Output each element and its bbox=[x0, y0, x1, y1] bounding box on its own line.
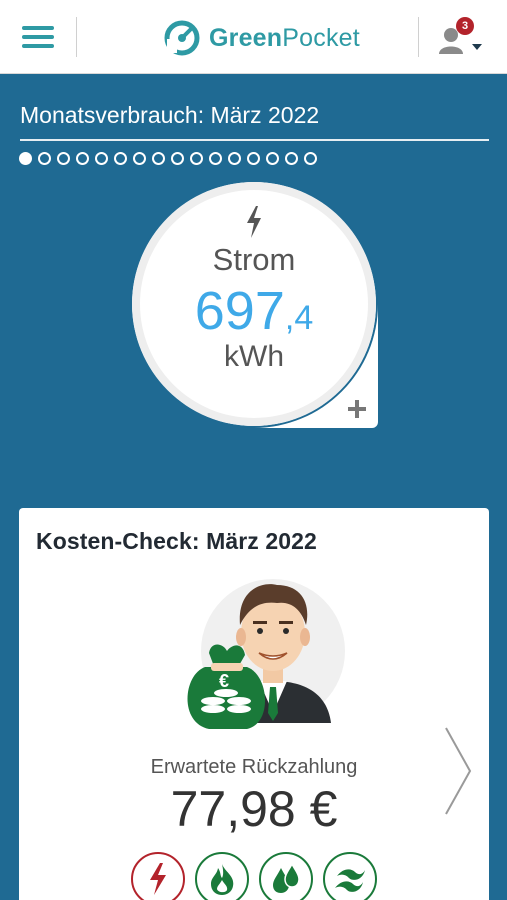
header-divider bbox=[418, 17, 419, 57]
chevron-down-icon bbox=[472, 44, 482, 50]
flame-icon bbox=[211, 864, 234, 895]
carousel-dot[interactable] bbox=[190, 152, 203, 165]
app-header: GreenPocket 3 bbox=[0, 0, 507, 74]
cost-check-card[interactable]: Kosten-Check: März 2022 € Erwartete Rück… bbox=[19, 508, 489, 900]
energy-type-label: Strom bbox=[212, 242, 296, 277]
carousel-dot[interactable] bbox=[19, 152, 32, 165]
water-drops-icon bbox=[273, 862, 300, 893]
consumption-unit: kWh bbox=[224, 340, 284, 373]
consumption-value-decimal: ,4 bbox=[284, 299, 314, 337]
consumption-widget[interactable]: Strom 697,4 kWh bbox=[130, 180, 378, 428]
title-underline bbox=[20, 139, 489, 141]
water-button[interactable] bbox=[259, 852, 313, 900]
monthly-consumption-title: Monatsverbrauch: März 2022 bbox=[20, 102, 320, 128]
consumption-value-integer: 697 bbox=[194, 281, 285, 341]
lightning-icon bbox=[247, 206, 261, 238]
carousel-dot[interactable] bbox=[247, 152, 260, 165]
energy-type-selector bbox=[131, 852, 377, 900]
hamburger-menu-icon[interactable] bbox=[18, 20, 58, 54]
consumption-value: 697,4 bbox=[130, 280, 378, 342]
carousel-dot[interactable] bbox=[209, 152, 222, 165]
carousel-dot[interactable] bbox=[285, 152, 298, 165]
lightning-icon bbox=[150, 863, 166, 895]
greenpocket-logo[interactable]: GreenPocket bbox=[163, 18, 360, 58]
carousel-dot[interactable] bbox=[57, 152, 70, 165]
svg-text:€: € bbox=[219, 671, 229, 691]
carousel-pagination bbox=[19, 152, 317, 165]
carousel-dot[interactable] bbox=[266, 152, 279, 165]
electricity-button[interactable] bbox=[131, 852, 185, 900]
carousel-dot[interactable] bbox=[76, 152, 89, 165]
carousel-dot[interactable] bbox=[304, 152, 317, 165]
carousel-dot[interactable] bbox=[228, 152, 241, 165]
user-menu-button[interactable]: 3 bbox=[436, 16, 488, 58]
advisor-with-money-bag-illustration: € bbox=[187, 579, 345, 729]
carousel-dot[interactable] bbox=[38, 152, 51, 165]
add-icon[interactable] bbox=[344, 396, 370, 422]
gas-button[interactable] bbox=[323, 852, 377, 900]
cost-check-title: Kosten-Check: März 2022 bbox=[36, 528, 317, 554]
logo-text-light: Pocket bbox=[282, 23, 360, 52]
carousel-dot[interactable] bbox=[114, 152, 127, 165]
logo-text-bold: Green bbox=[209, 23, 283, 52]
heating-button[interactable] bbox=[195, 852, 249, 900]
carousel-dot[interactable] bbox=[171, 152, 184, 165]
logo-text: GreenPocket bbox=[209, 24, 360, 53]
gauge-logo-icon bbox=[164, 20, 200, 56]
carousel-dot[interactable] bbox=[133, 152, 146, 165]
carousel-dot[interactable] bbox=[152, 152, 165, 165]
notification-badge: 3 bbox=[456, 17, 474, 35]
expected-refund-label: Erwartete Rückzahlung bbox=[150, 756, 358, 778]
expected-refund-value: 77,98 € bbox=[170, 781, 338, 837]
carousel-dot[interactable] bbox=[95, 152, 108, 165]
header-divider bbox=[76, 17, 77, 57]
gas-waves-icon bbox=[335, 869, 365, 892]
